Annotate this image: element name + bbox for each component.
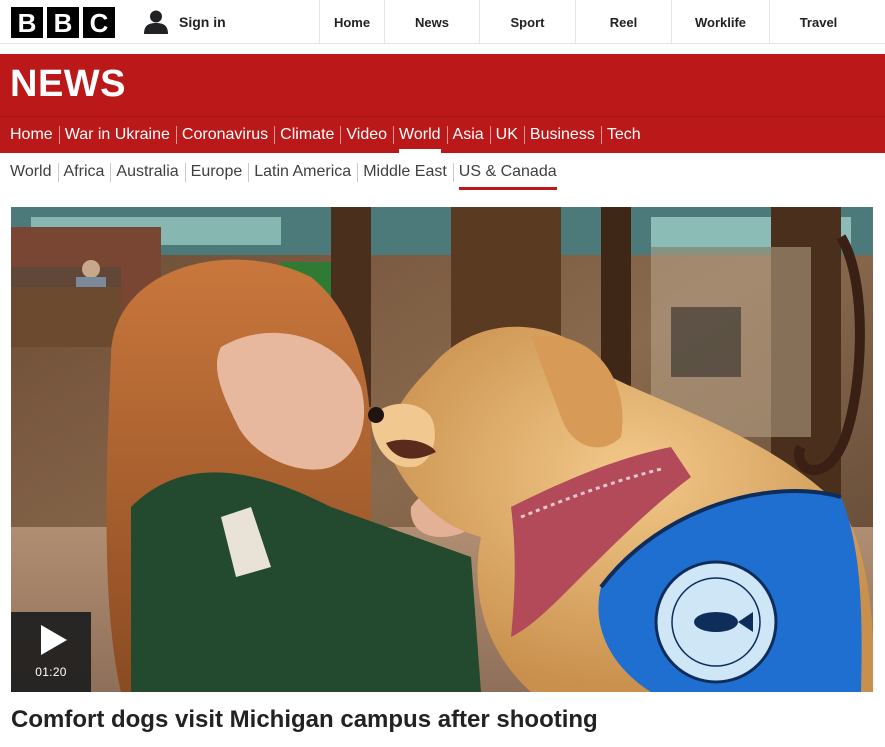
user-icon	[144, 10, 168, 34]
news-banner: NEWS	[0, 54, 885, 116]
secondary-nav-middle-east[interactable]: Middle East	[357, 153, 453, 191]
video-thumbnail	[11, 207, 873, 692]
video-duration: 01:20	[35, 665, 67, 679]
secondary-nav-latin-america[interactable]: Latin America	[248, 153, 357, 191]
top-nav-news[interactable]: News	[384, 0, 479, 44]
masthead: B B C Sign in Home News Sport Reel Worklife T…	[0, 0, 885, 44]
primary-nav-war-in-ukraine[interactable]: War in Ukraine	[58, 117, 176, 153]
primary-nav-video[interactable]: Video	[340, 117, 393, 153]
top-nav-home[interactable]: Home	[319, 0, 384, 44]
play-icon	[41, 625, 67, 655]
secondary-nav-list: World Africa Australia Europe Latin America M…	[0, 153, 885, 191]
bbc-logo-letter: C	[83, 7, 115, 38]
sign-in-label: Sign in	[179, 14, 226, 30]
primary-navigation: Home War in Ukraine Coronavirus Climate Vide…	[0, 116, 885, 153]
secondary-nav-europe[interactable]: Europe	[184, 153, 249, 191]
top-nav-reel[interactable]: Reel	[575, 0, 671, 44]
top-nav-travel[interactable]: Travel	[769, 0, 867, 44]
primary-nav-home[interactable]: Home	[4, 117, 59, 153]
primary-nav-coronavirus[interactable]: Coronavirus	[175, 117, 274, 153]
top-navigation: Home News Sport Reel Worklife Travel	[319, 0, 867, 44]
news-section-title[interactable]: NEWS	[10, 62, 126, 106]
primary-nav-list: Home War in Ukraine Coronavirus Climate Vide…	[0, 117, 885, 153]
primary-nav-uk[interactable]: UK	[489, 117, 524, 153]
secondary-nav-africa[interactable]: Africa	[57, 153, 111, 191]
secondary-nav-australia[interactable]: Australia	[110, 153, 184, 191]
primary-nav-business[interactable]: Business	[523, 117, 601, 153]
secondary-nav-world[interactable]: World	[4, 153, 58, 191]
article-headline[interactable]: Comfort dogs visit Michigan campus after…	[11, 706, 598, 734]
top-nav-sport[interactable]: Sport	[479, 0, 575, 44]
bbc-logo-letter: B	[47, 7, 79, 38]
secondary-navigation: World Africa Australia Europe Latin America M…	[0, 153, 885, 191]
sign-in-link[interactable]: Sign in	[143, 8, 226, 36]
video-player[interactable]: 01:20	[11, 207, 873, 692]
primary-nav-asia[interactable]: Asia	[446, 117, 490, 153]
bbc-logo[interactable]: B B C	[11, 7, 115, 38]
primary-nav-climate[interactable]: Climate	[274, 117, 340, 153]
primary-nav-tech[interactable]: Tech	[600, 117, 647, 153]
primary-nav-world[interactable]: World	[393, 117, 447, 153]
top-nav-worklife[interactable]: Worklife	[671, 0, 769, 44]
secondary-nav-us-canada[interactable]: US & Canada	[452, 153, 563, 191]
bbc-logo-letter: B	[11, 7, 43, 38]
play-button[interactable]: 01:20	[11, 612, 91, 692]
